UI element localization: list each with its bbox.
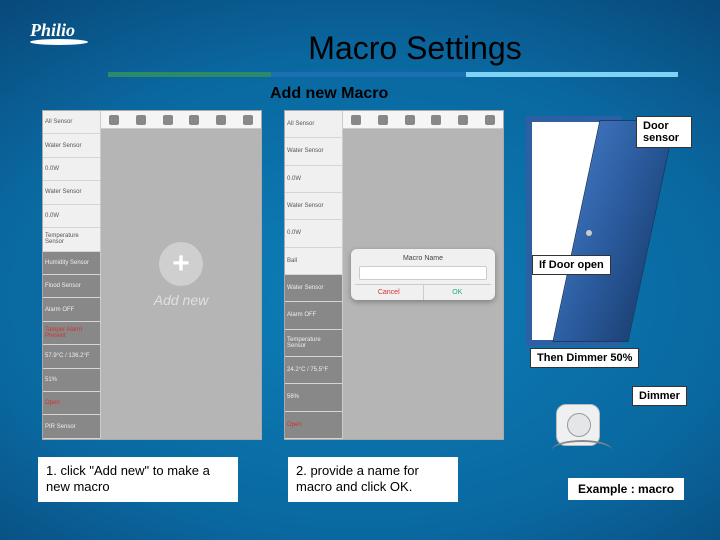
tab-icon[interactable] [458, 115, 468, 125]
tab-icon[interactable] [405, 115, 415, 125]
tab-icon[interactable] [243, 115, 253, 125]
list-item[interactable]: Temperature Sensor [43, 228, 100, 251]
tab-bar [343, 111, 503, 129]
dimmer-label: Dimmer [632, 386, 687, 406]
device-sidebar: All Sensor Water Sensor 0.0W Water Senso… [43, 111, 101, 439]
screenshot-add-new: All Sensor Water Sensor 0.0W Water Senso… [42, 110, 262, 440]
list-item[interactable]: Temperature Sensor [285, 330, 342, 357]
list-item[interactable]: Water Sensor [43, 134, 100, 157]
add-new-button[interactable]: + [159, 242, 203, 286]
list-item[interactable]: Flood Sensor [43, 275, 100, 298]
list-item[interactable]: Open [43, 392, 100, 415]
tab-icon[interactable] [216, 115, 226, 125]
then-action-label: Then Dimmer 50% [530, 348, 639, 368]
add-new-panel: + Add new [101, 111, 261, 439]
list-item[interactable]: Tamper Alarm Present [43, 322, 100, 345]
tab-icon[interactable] [378, 115, 388, 125]
page-subtitle: Add new Macro [270, 85, 388, 103]
name-dialog-panel: Macro Name Cancel OK [343, 111, 503, 439]
list-item[interactable]: 0.0W [285, 220, 342, 247]
title-underline [108, 72, 678, 77]
cancel-button[interactable]: Cancel [355, 285, 424, 300]
list-item[interactable]: 56% [285, 384, 342, 411]
ok-button[interactable]: OK [424, 285, 492, 300]
list-item[interactable]: 0.0W [285, 166, 342, 193]
add-new-label: Add new [154, 292, 208, 308]
list-item[interactable]: Alarm OFF [43, 298, 100, 321]
tab-icon[interactable] [136, 115, 146, 125]
door-knob-icon [586, 230, 592, 236]
tab-bar [101, 111, 261, 129]
list-item[interactable]: Water Sensor [285, 193, 342, 220]
list-item[interactable]: 0.0W [43, 158, 100, 181]
list-item[interactable]: All Sensor [285, 111, 342, 138]
list-item[interactable]: 24.2°C / 75.5°F [285, 357, 342, 384]
dimmer-plug-icon [552, 404, 606, 456]
device-sidebar: All Sensor Water Sensor 0.0W Water Senso… [285, 111, 343, 439]
list-item[interactable]: Water Sensor [43, 181, 100, 204]
caption-step-2: 2. provide a name for macro and click OK… [288, 457, 458, 502]
dialog-title: Macro Name [355, 255, 491, 262]
list-item[interactable]: Humidity Sensor [43, 252, 100, 275]
tab-icon[interactable] [163, 115, 173, 125]
macro-name-input[interactable] [359, 266, 487, 280]
list-item[interactable]: Ball [285, 248, 342, 275]
tab-icon[interactable] [351, 115, 361, 125]
caption-step-1: 1. click "Add new" to make a new macro [38, 457, 238, 502]
tab-icon[interactable] [109, 115, 119, 125]
tab-icon[interactable] [431, 115, 441, 125]
list-item[interactable]: All Sensor [43, 111, 100, 134]
list-item[interactable]: Water Sensor [285, 275, 342, 302]
example-label: Example : macro [568, 478, 684, 500]
door-sensor-label: Door sensor [636, 116, 692, 148]
tab-icon[interactable] [485, 115, 495, 125]
list-item[interactable]: PIR Sensor [43, 415, 100, 438]
screenshot-name-dialog: All Sensor Water Sensor 0.0W Water Senso… [284, 110, 504, 440]
list-item[interactable]: 51% [43, 369, 100, 392]
if-condition-label: If Door open [532, 255, 611, 275]
tab-icon[interactable] [189, 115, 199, 125]
list-item[interactable]: 0.0W [43, 205, 100, 228]
list-item[interactable]: Water Sensor [285, 138, 342, 165]
list-item[interactable]: 57.9°C / 136.2°F [43, 345, 100, 368]
page-title: Macro Settings [170, 30, 660, 67]
macro-name-dialog: Macro Name Cancel OK [351, 249, 495, 300]
list-item[interactable]: Open [285, 412, 342, 439]
brand-logo: Philio [30, 20, 88, 45]
list-item[interactable]: Alarm OFF [285, 302, 342, 329]
